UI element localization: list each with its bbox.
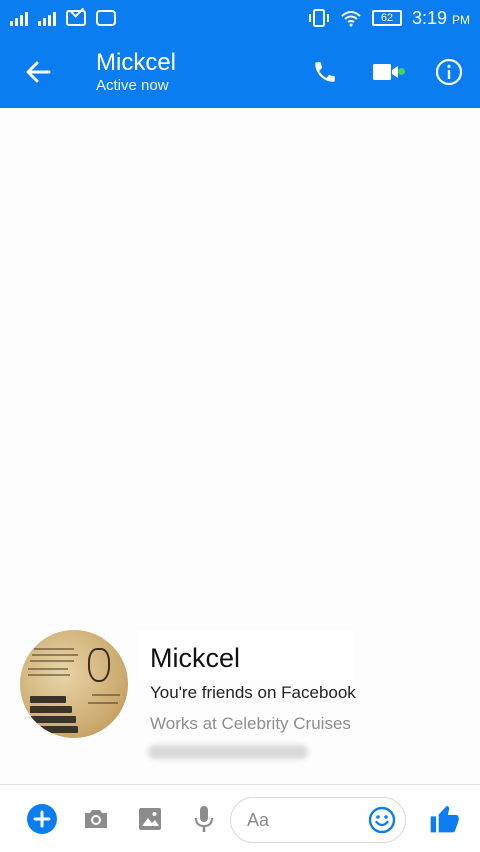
profile-friends-text: You're friends on Facebook xyxy=(150,683,356,702)
thumbs-up-icon xyxy=(430,805,459,833)
video-call-button[interactable] xyxy=(356,36,418,108)
contact-avatar[interactable] xyxy=(20,630,128,738)
voice-call-button[interactable] xyxy=(294,36,356,108)
signal-icon xyxy=(38,10,56,26)
active-dot xyxy=(398,68,405,75)
battery-level: 62 xyxy=(371,10,402,26)
gallery-button[interactable] xyxy=(132,785,168,852)
camera-button[interactable] xyxy=(78,785,114,852)
conversation-info-button[interactable] xyxy=(418,36,480,108)
back-button[interactable] xyxy=(0,36,76,108)
microphone-icon xyxy=(195,806,213,832)
contact-name: Mickcel xyxy=(96,49,177,76)
more-actions-button[interactable] xyxy=(22,785,62,852)
profile-name: Mickcel xyxy=(150,643,241,673)
voice-message-button[interactable] xyxy=(186,785,222,852)
gallery-icon xyxy=(139,808,161,830)
conversation-title[interactable]: Mickcel Active now xyxy=(76,49,294,95)
message-composer xyxy=(0,784,480,852)
clock: 3:19 PM xyxy=(411,7,470,28)
status-bar: 62 3:19 PM xyxy=(0,0,480,36)
conversation-header: Mickcel Active now xyxy=(0,36,480,108)
like-button[interactable] xyxy=(422,785,466,852)
profile-work-text: Works at Celebrity Cruises xyxy=(150,714,351,733)
signal-icon xyxy=(10,10,28,26)
profile-location-redacted xyxy=(148,745,308,759)
camera-icon xyxy=(85,810,107,828)
back-arrow-icon xyxy=(26,61,51,83)
emoji-button[interactable] xyxy=(366,804,398,836)
status-right: 62 3:19 PM xyxy=(308,8,470,29)
mail-icon xyxy=(66,10,86,26)
plus-icon xyxy=(27,804,57,834)
chat-notification-icon xyxy=(96,10,116,26)
phone-icon xyxy=(315,62,335,82)
vibrate-icon xyxy=(308,9,329,27)
info-icon xyxy=(435,58,463,86)
status-left xyxy=(10,10,116,26)
contact-status: Active now xyxy=(96,77,169,94)
wifi-icon xyxy=(341,11,361,27)
emoji-icon xyxy=(368,806,396,834)
